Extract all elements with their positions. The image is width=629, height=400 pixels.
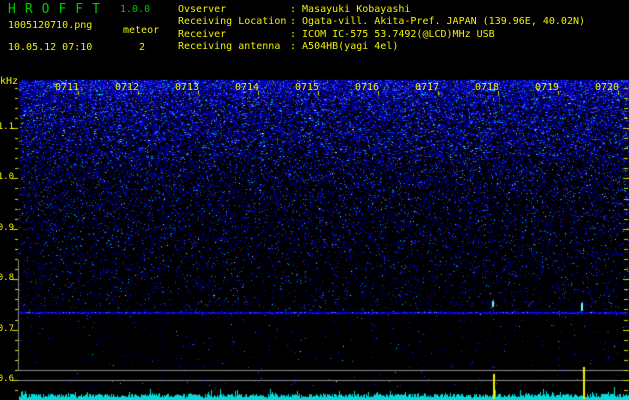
mode-label: meteor bbox=[123, 25, 160, 36]
time-tick-label: 0719 bbox=[534, 82, 560, 93]
time-tick-label: 0712 bbox=[114, 82, 140, 93]
time-tick-label: 0716 bbox=[354, 82, 380, 93]
time-tick-label: 0720 bbox=[594, 82, 620, 93]
info-row: Ovserver : Masayuki Kobayashi bbox=[178, 5, 410, 15]
observer-info-block: Ovserver: Masayuki Kobayashi Receiving Lo… bbox=[178, 5, 629, 60]
info-row: Receiving antenna : A504HB(yagi 4el) bbox=[178, 42, 398, 52]
time-tick-label: 0713 bbox=[174, 82, 200, 93]
freq-tick-label: 1.0 bbox=[0, 172, 14, 182]
meteor-count: 2 bbox=[139, 42, 146, 53]
freq-axis-unit-label: kHz bbox=[0, 76, 19, 87]
freq-tick-label: 0.9 bbox=[0, 223, 14, 233]
freq-tick-label: 0.6 bbox=[0, 374, 14, 384]
time-tick-label: 0715 bbox=[294, 82, 320, 93]
info-value: : Masayuki Kobayashi bbox=[290, 4, 411, 15]
hrofft-screen: HROFFT 1.0.0 1005120710.png meteor 10.05… bbox=[0, 0, 629, 400]
output-filename: 1005120710.png bbox=[8, 20, 93, 31]
app-version: 1.0.0 bbox=[120, 4, 151, 15]
freq-tick-label: 0.8 bbox=[0, 273, 14, 283]
time-tick-label: 0711 bbox=[54, 82, 80, 93]
info-label: Ovserver bbox=[178, 4, 227, 15]
datetime-label: 10.05.12 07:10 bbox=[8, 42, 93, 53]
info-value: : ICOM IC-575 53.7492(@LCD)MHz USB bbox=[290, 28, 495, 40]
info-label: Receiving antenna bbox=[178, 41, 281, 53]
time-tick-label: 0718 bbox=[474, 82, 500, 93]
info-label: Receiving Location bbox=[178, 16, 287, 28]
info-value: : Ogata-vill. Akita-Pref. JAPAN (139.96E… bbox=[290, 16, 586, 28]
freq-tick-label: 1.1 bbox=[0, 122, 14, 132]
info-row: Receiver : ICOM IC-575 53.7492(@LCD)MHz U… bbox=[178, 28, 495, 40]
info-label: Receiver bbox=[178, 28, 227, 40]
spectrogram-canvas bbox=[0, 0, 629, 400]
freq-tick-label: 0.7 bbox=[0, 324, 14, 334]
time-tick-label: 0717 bbox=[414, 82, 440, 93]
time-tick-label: 0714 bbox=[234, 82, 260, 93]
app-title: HROFFT bbox=[8, 2, 109, 17]
info-value: : A504HB(yagi 4el) bbox=[290, 41, 399, 53]
info-row: Receiving Location: Ogata-vill. Akita-Pr… bbox=[178, 17, 585, 27]
